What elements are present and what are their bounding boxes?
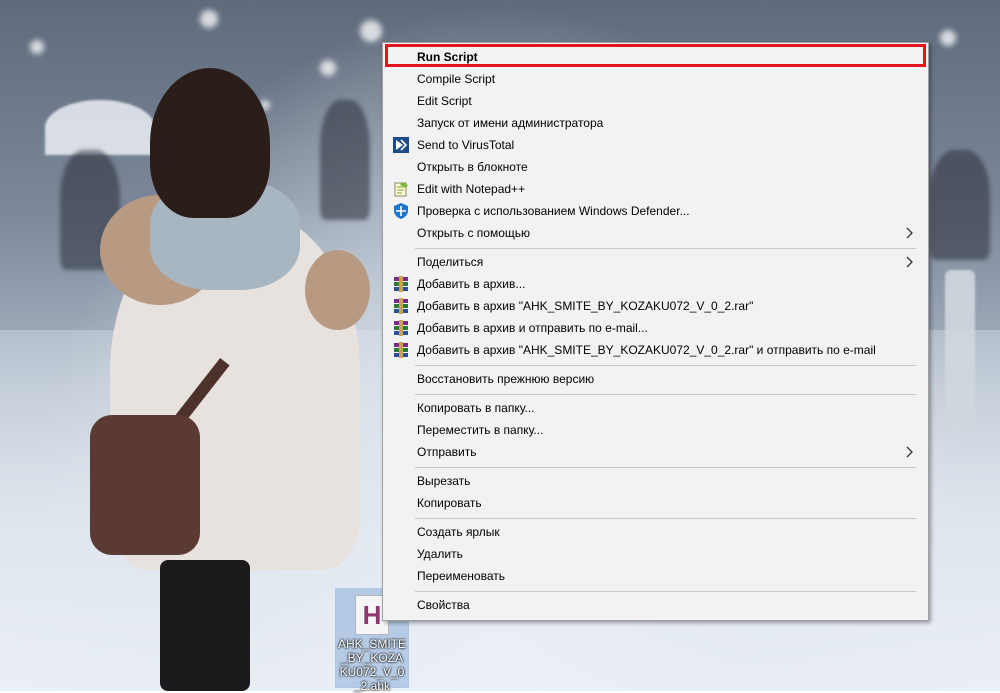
menu-separator	[415, 518, 916, 519]
menu-item-label: Edit with Notepad++	[417, 182, 526, 196]
winrar-icon	[394, 298, 408, 314]
menu-item-label: Восстановить прежнюю версию	[417, 372, 595, 386]
menu-item-copy[interactable]: Копировать	[385, 492, 926, 514]
desktop-file-label: AHK_SMITE_BY_KOZAKU072_V_0_2.ahk	[338, 637, 407, 693]
menu-item-label: Send to VirusTotal	[417, 138, 515, 152]
menu-item-open-with[interactable]: Открыть с помощью	[385, 222, 926, 244]
menu-item-label: Переместить в папку...	[417, 423, 544, 437]
menu-item-label: Добавить в архив "AHK_SMITE_BY_KOZAKU072…	[417, 343, 876, 357]
menu-item-label: Compile Script	[417, 72, 496, 86]
menu-item-properties[interactable]: Свойства	[385, 594, 926, 616]
menu-item-edit-with-notepad-plus-plus[interactable]: Edit with Notepad++	[385, 178, 926, 200]
menu-item-cut[interactable]: Вырезать	[385, 470, 926, 492]
menu-item-copy-to-folder[interactable]: Копировать в папку...	[385, 397, 926, 419]
menu-item-restore-previous-versions[interactable]: Восстановить прежнюю версию	[385, 368, 926, 390]
context-menu: Run Script Compile Script Edit Script За…	[382, 42, 929, 621]
menu-item-label: Вырезать	[417, 474, 471, 488]
menu-item-create-shortcut[interactable]: Создать ярлык	[385, 521, 926, 543]
menu-item-label: Открыть в блокноте	[417, 160, 528, 174]
bokeh-light	[200, 10, 218, 28]
menu-separator	[415, 591, 916, 592]
chevron-right-icon	[906, 227, 913, 239]
menu-item-label: Свойства	[417, 598, 470, 612]
bokeh-light	[940, 30, 956, 46]
winrar-icon	[394, 276, 408, 292]
menu-item-label: Edit Script	[417, 94, 472, 108]
menu-item-delete[interactable]: Удалить	[385, 543, 926, 565]
menu-item-label: Переименовать	[417, 569, 505, 583]
menu-item-label: Добавить в архив и отправить по e-mail..…	[417, 321, 648, 335]
virustotal-icon	[393, 137, 409, 153]
menu-item-share[interactable]: Поделиться	[385, 251, 926, 273]
menu-separator	[415, 394, 916, 395]
windows-defender-icon	[394, 203, 408, 219]
winrar-icon	[394, 342, 408, 358]
street-pole	[945, 270, 975, 430]
menu-item-run-as-admin[interactable]: Запуск от имени администратора	[385, 112, 926, 134]
notepad-plus-plus-icon	[394, 182, 408, 197]
menu-item-open-in-notepad[interactable]: Открыть в блокноте	[385, 156, 926, 178]
winrar-icon	[394, 320, 408, 336]
menu-item-label: Проверка с использованием Windows Defend…	[417, 204, 690, 218]
chevron-right-icon	[906, 256, 913, 268]
handbag	[90, 415, 200, 555]
menu-item-label: Отправить	[417, 445, 477, 459]
chevron-right-icon	[906, 446, 913, 458]
menu-item-label: Открыть с помощью	[417, 226, 531, 240]
menu-item-windows-defender-scan[interactable]: Проверка с использованием Windows Defend…	[385, 200, 926, 222]
menu-item-rename[interactable]: Переименовать	[385, 565, 926, 587]
menu-item-label: Удалить	[417, 547, 463, 561]
bokeh-light	[360, 20, 382, 42]
menu-item-send-to[interactable]: Отправить	[385, 441, 926, 463]
menu-item-label: Добавить в архив "AHK_SMITE_BY_KOZAKU072…	[417, 299, 754, 313]
bokeh-light	[30, 40, 44, 54]
menu-item-compile-script[interactable]: Compile Script	[385, 68, 926, 90]
menu-item-label: Добавить в архив...	[417, 277, 526, 291]
menu-item-label: Копировать в папку...	[417, 401, 535, 415]
background-pedestrian	[930, 150, 990, 260]
menu-item-add-to-archive-and-email[interactable]: Добавить в архив и отправить по e-mail..…	[385, 317, 926, 339]
menu-item-edit-script[interactable]: Edit Script	[385, 90, 926, 112]
menu-item-label: Поделиться	[417, 255, 484, 269]
menu-separator	[415, 365, 916, 366]
menu-item-add-to-archive[interactable]: Добавить в архив...	[385, 273, 926, 295]
menu-separator	[415, 467, 916, 468]
red-highlight-frame	[385, 44, 926, 67]
menu-item-send-to-virustotal[interactable]: Send to VirusTotal	[385, 134, 926, 156]
menu-item-add-to-named-rar[interactable]: Добавить в архив "AHK_SMITE_BY_KOZAKU072…	[385, 295, 926, 317]
menu-item-label: Копировать	[417, 496, 482, 510]
menu-item-label: Создать ярлык	[417, 525, 500, 539]
menu-separator	[415, 248, 916, 249]
menu-item-move-to-folder[interactable]: Переместить в папку...	[385, 419, 926, 441]
menu-item-add-to-named-rar-and-email[interactable]: Добавить в архив "AHK_SMITE_BY_KOZAKU072…	[385, 339, 926, 361]
menu-item-label: Запуск от имени администратора	[417, 116, 604, 130]
